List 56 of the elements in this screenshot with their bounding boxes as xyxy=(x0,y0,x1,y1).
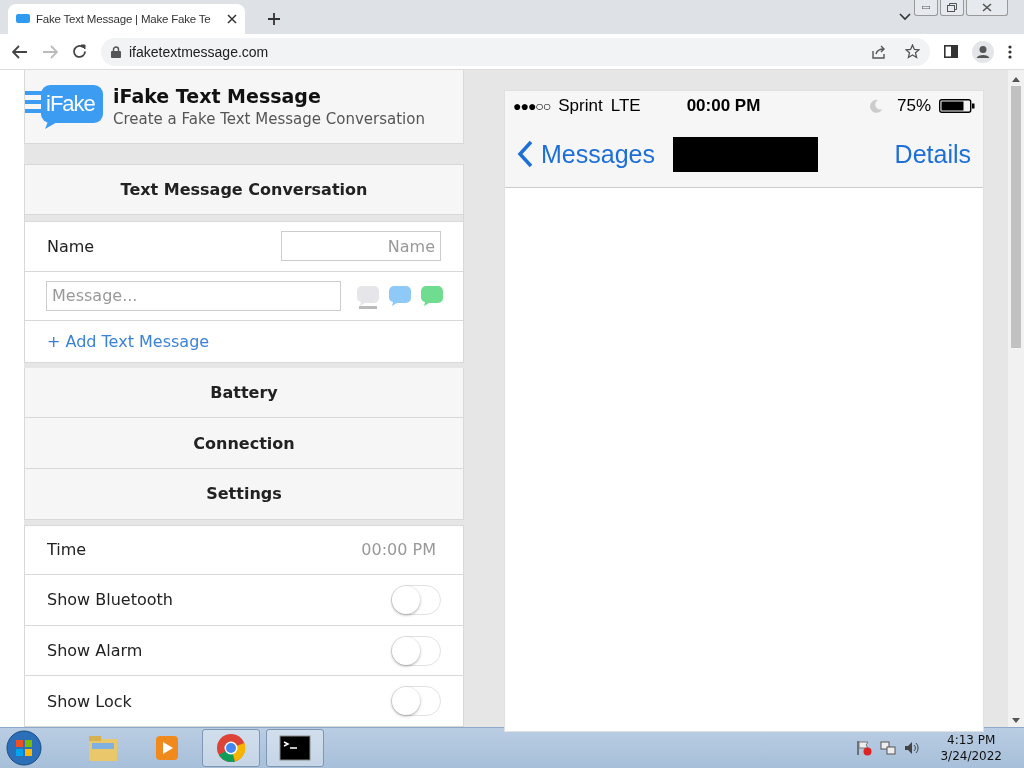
chevron-left-icon xyxy=(517,140,533,168)
signal-dots: ●●●○○ xyxy=(513,98,551,114)
sidebar-icon[interactable] xyxy=(944,45,958,58)
scroll-up-icon[interactable] xyxy=(1012,76,1020,82)
add-message-link[interactable]: + Add Text Message xyxy=(47,332,210,352)
flag-icon[interactable] xyxy=(856,740,873,756)
details-button[interactable]: Details xyxy=(894,139,971,169)
browser-icon xyxy=(215,733,247,763)
minimize-icon xyxy=(922,6,930,9)
site-title: iFake Text Message xyxy=(113,84,322,107)
back-arrow-icon[interactable] xyxy=(12,44,28,59)
name-field[interactable]: Name xyxy=(281,231,441,262)
new-tab-icon[interactable] xyxy=(267,12,281,26)
restore-button[interactable] xyxy=(940,0,964,16)
section-header[interactable]: Battery xyxy=(24,367,464,419)
carrier-name: Sprint xyxy=(558,96,603,116)
close-icon xyxy=(982,3,992,12)
share-icon[interactable] xyxy=(872,44,887,59)
network-type: LTE xyxy=(610,96,641,116)
section-header[interactable]: Connection xyxy=(24,418,464,470)
tab-title: Fake Text Message | Make Fake Te xyxy=(36,13,212,25)
chevron-down-icon[interactable] xyxy=(899,13,911,21)
setting-label: Time xyxy=(47,540,88,560)
terminal-icon xyxy=(279,733,311,763)
section-header[interactable]: Settings xyxy=(24,469,464,520)
network-icon[interactable] xyxy=(880,740,897,756)
folder-icon xyxy=(87,733,119,763)
more-menu-icon[interactable] xyxy=(1008,44,1012,59)
message-field[interactable]: Message... xyxy=(46,280,341,311)
star-icon[interactable] xyxy=(905,44,920,59)
taskbar-button[interactable] xyxy=(266,729,324,767)
reload-icon[interactable] xyxy=(72,44,87,59)
speaker-icon[interactable] xyxy=(904,740,921,756)
setting-label: Show Bluetooth xyxy=(47,590,174,610)
close-icon[interactable] xyxy=(227,14,237,24)
setting-label: Show Lock xyxy=(47,691,133,711)
setting-label: Show Alarm xyxy=(47,641,144,661)
restore-icon xyxy=(947,3,957,12)
start-button[interactable] xyxy=(6,730,42,766)
scrollbar-thumb[interactable] xyxy=(1011,86,1021,348)
back-button[interactable]: Messages xyxy=(517,139,655,169)
close-button[interactable] xyxy=(966,0,1008,16)
lock-icon xyxy=(111,45,121,58)
moon-icon xyxy=(868,99,883,113)
chat-bubble-icon xyxy=(16,14,30,24)
battery-percent: 75% xyxy=(896,96,931,116)
status-time: 00:00 PM xyxy=(686,96,762,116)
field-label: Name xyxy=(47,236,96,256)
browser-tab[interactable]: Fake Text Message | Make Fake Te xyxy=(8,4,245,34)
site-subtitle: Create a Fake Text Message Conversation xyxy=(113,109,425,128)
profile-icon[interactable] xyxy=(972,40,994,63)
scroll-down-icon[interactable] xyxy=(1012,718,1020,724)
clock[interactable]: 4:13 PM 3/24/2022 xyxy=(940,732,1002,764)
battery-icon xyxy=(939,99,975,113)
section-header[interactable]: Text Message Conversation xyxy=(24,164,464,215)
logo-text: iFake xyxy=(46,91,95,118)
